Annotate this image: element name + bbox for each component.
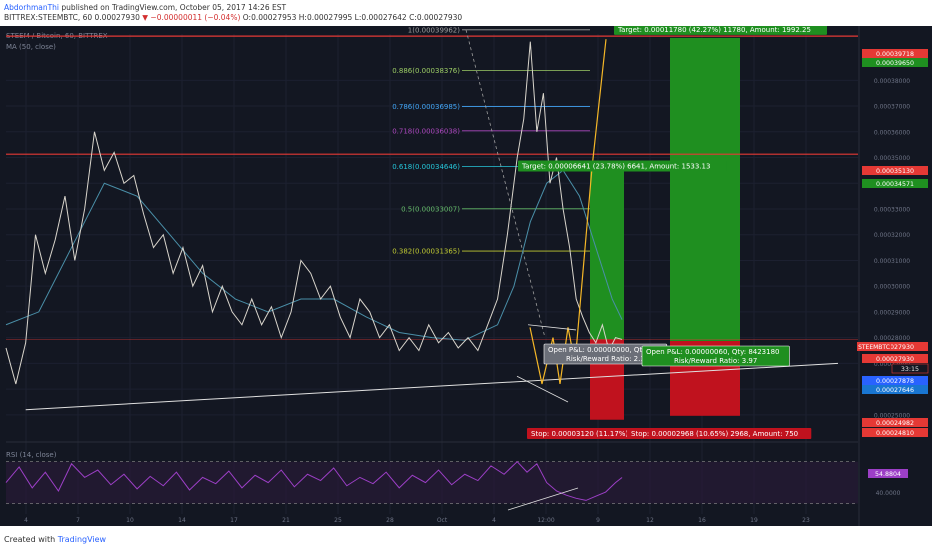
rsi-value-label: 54.8804 — [875, 471, 901, 478]
price-tag-label: 0.00039650 — [876, 60, 914, 67]
x-tick-label: Oct — [437, 517, 448, 524]
footer-bar: Created with TradingView — [0, 528, 932, 550]
rsi-band — [6, 461, 858, 504]
last-price: 0.00027930 — [94, 13, 140, 22]
target-label: Target: 0.00011780 (42.27%) 11780, Amoun… — [617, 26, 811, 34]
symbol-quote-line: BITTREX:STEEMBTC, 60 0.00027930 ▼ −0.000… — [4, 13, 462, 22]
countdown-label: 33:15 — [901, 366, 919, 373]
rsi-tick-label: 40.0000 — [876, 490, 901, 497]
publish-info: AbdorhmanThi published on TradingView.co… — [4, 3, 286, 12]
x-tick-label: 9 — [596, 517, 600, 524]
chart-svg: 0.00038000 0.00037000 0.00036000 0.00035000… — [5, 26, 929, 526]
price-change: ▼ −0.00000011 (−0.04%) — [142, 13, 241, 22]
price-tag-label: 0.00034571 — [876, 181, 914, 188]
ohlc-values: O:0.00027953 H:0.00027995 L:0.00027642 C… — [242, 13, 463, 22]
tradingview-logo-text[interactable]: TradingView — [58, 535, 106, 544]
wedge-upper — [527, 324, 577, 331]
x-tick-label: 10 — [126, 517, 134, 524]
price-tag-label: 0.00024982 — [876, 420, 914, 427]
price-tag-label: 0.00035130 — [876, 168, 914, 175]
y-tick-label: 0.00028000 — [874, 335, 910, 342]
published-text: published on TradingView.com, October 05… — [61, 3, 287, 12]
fib-level-label: 0.786(0.00036985) — [392, 103, 460, 111]
stop-label: Stop: 0.00002968 (10.65%) 2968, Amount: … — [631, 430, 798, 438]
x-tick-label: 4 — [492, 517, 496, 524]
fib-level-label: 0.886(0.00038376) — [392, 67, 460, 75]
price-tag-label: 0.00027646 — [876, 387, 914, 394]
target-label: Target: 0.00006641 (23.78%) 6641, Amount… — [521, 163, 710, 171]
y-tick-label: 0.00033000 — [874, 206, 910, 213]
y-tick-label: 0.00032000 — [874, 232, 910, 239]
x-tick-label: 14 — [178, 517, 186, 524]
fib-level-label: 0.618(0.00034646) — [392, 163, 460, 171]
symbol-tag-label: STEEMBTC — [858, 344, 890, 351]
symbol-label: BITTREX:STEEMBTC, 60 — [4, 13, 93, 22]
pnl-label: Open P&L: 0.00000060, Qty: 8423180 — [646, 348, 780, 356]
y-tick-label: 0.00030000 — [874, 284, 910, 291]
x-tick-label: 28 — [386, 517, 394, 524]
y-tick-label: 0.00031000 — [874, 258, 910, 265]
fib-level-label: 0.718(0.00036038) — [392, 127, 460, 135]
y-tick-label: 0.00029000 — [874, 309, 910, 316]
x-tick-label: 7 — [76, 517, 80, 524]
price-line — [5, 41, 623, 385]
created-with-text: Created with — [4, 535, 56, 544]
price-tag-label: 0.00039718 — [876, 51, 914, 58]
price-tag-label: 0.00027878 — [876, 378, 914, 385]
ma-line — [5, 169, 623, 341]
x-tick-label: 12:00 — [537, 517, 554, 524]
risk-reward-label: Risk/Reward Ratio: 3.97 — [674, 357, 757, 365]
chart-canvas[interactable]: STEEM / Bitcoin, 60, BITTREX MA (50, clo… — [0, 26, 932, 526]
y-tick-label: 0.00038000 — [874, 78, 910, 85]
price-tag-label: 0.00027930 — [876, 356, 914, 363]
x-tick-label: 4 — [24, 517, 28, 524]
stop-label: Stop: 0.00003120 (11.17%) 3 — [531, 430, 635, 438]
fib-level-label: 1(0.00039962) — [408, 26, 460, 34]
target-zone — [670, 37, 740, 341]
x-tick-label: 21 — [282, 517, 290, 524]
y-tick-label: 0.00037000 — [874, 104, 910, 111]
x-tick-label: 25 — [334, 517, 342, 524]
risk-reward-label: Risk/Reward Ratio: 2.1 — [566, 355, 645, 363]
publish-header: AbdorhmanThi published on TradingView.co… — [0, 0, 932, 26]
x-tick-label: 19 — [750, 517, 758, 524]
x-tick-label: 17 — [230, 517, 238, 524]
y-tick-label: 0.00036000 — [874, 129, 910, 136]
y-tick-label: 0.00035000 — [874, 155, 910, 162]
footer-credit: Created with TradingView — [4, 535, 106, 544]
x-tick-label: 16 — [698, 517, 706, 524]
fib-level-label: 0.382(0.00031365) — [392, 248, 460, 256]
fib-level-label: 0.5(0.00033007) — [401, 205, 460, 213]
x-tick-label: 23 — [802, 517, 810, 524]
x-tick-label: 12 — [646, 517, 654, 524]
pnl-label: Open P&L: 0.00000000, Qty: 4 — [548, 346, 655, 354]
author-link[interactable]: AbdorhmanThi — [4, 3, 59, 12]
price-tag-label: 0.00024810 — [876, 430, 914, 437]
